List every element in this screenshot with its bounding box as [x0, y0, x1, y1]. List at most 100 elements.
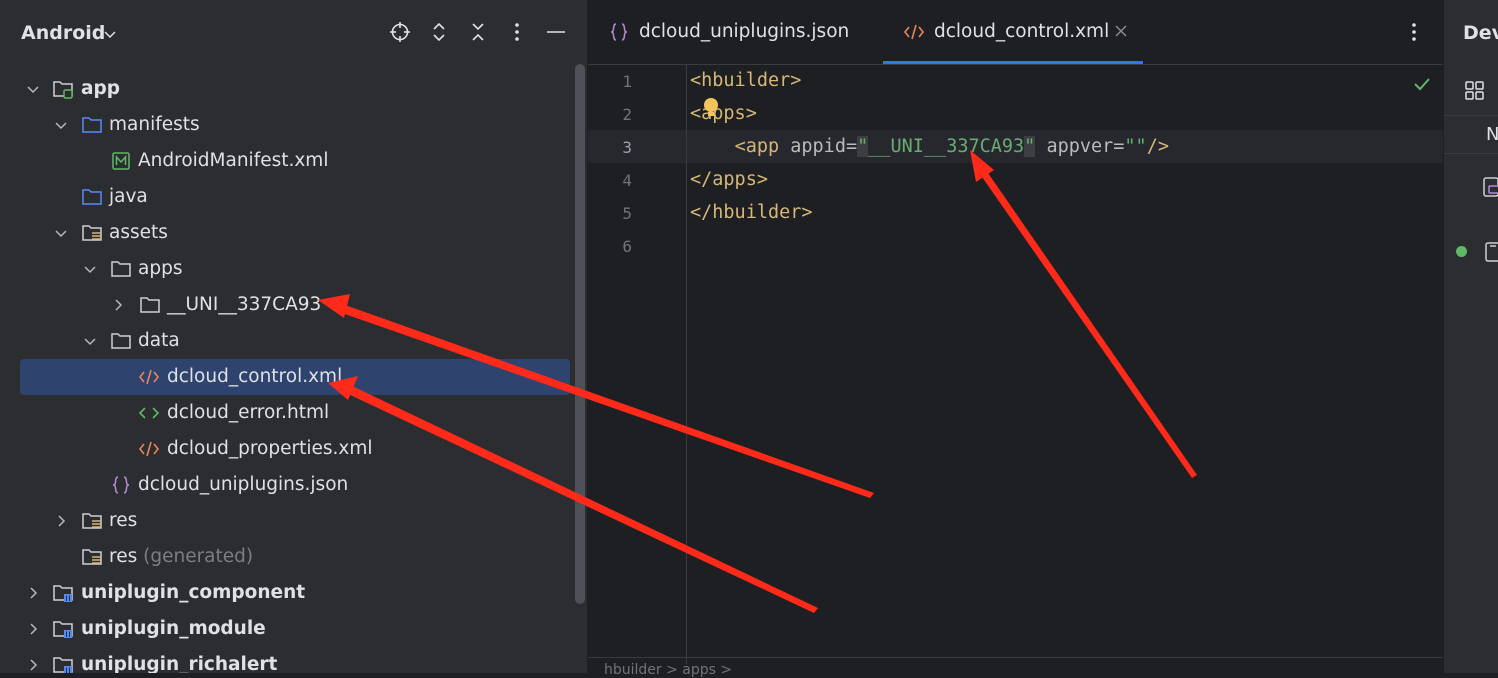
- tree-item-uniplugin-component[interactable]: uniplugin_component: [0, 575, 570, 611]
- tab-dcloud-control-xml[interactable]: dcloud_control.xml: [883, 0, 1143, 64]
- tree-item-java[interactable]: java: [0, 179, 570, 215]
- library-module-icon: [53, 621, 73, 638]
- device-online-indicator: [1456, 246, 1467, 257]
- close-icon[interactable]: [1113, 23, 1129, 39]
- more-options-icon[interactable]: [1403, 21, 1425, 43]
- tree-item-dcloud-control[interactable]: dcloud_control.xml: [20, 359, 570, 395]
- chevron-right-icon[interactable]: [25, 657, 41, 673]
- tree-item-app[interactable]: app: [0, 71, 570, 107]
- device-grid-icon[interactable]: [1464, 80, 1486, 102]
- chevron-right-icon[interactable]: [110, 297, 126, 313]
- chevron-right-icon[interactable]: [25, 621, 41, 637]
- resource-folder-icon: [82, 549, 102, 565]
- locate-target-icon[interactable]: [389, 21, 411, 43]
- more-options-icon[interactable]: [506, 21, 528, 43]
- code-line-5[interactable]: </hbuilder>: [690, 202, 813, 223]
- code-line-2[interactable]: <apps>: [690, 103, 757, 124]
- quote-mark: ": [857, 136, 869, 157]
- tree-item-manifests[interactable]: manifests: [0, 107, 570, 143]
- project-view-selector[interactable]: Android: [21, 22, 105, 44]
- library-module-icon: [53, 585, 73, 602]
- generated-suffix: (generated): [143, 546, 254, 567]
- hide-panel-icon[interactable]: [545, 21, 567, 43]
- chevron-down-icon[interactable]: [53, 225, 69, 241]
- chevron-down-icon[interactable]: [82, 261, 98, 277]
- folder-icon: [140, 297, 160, 313]
- breadcrumb-bar: hbuilder > apps >: [588, 657, 1443, 678]
- code-editor: dcloud_uniplugins.json dcloud_control.xm…: [588, 0, 1443, 678]
- xml-tag: />: [1146, 136, 1169, 157]
- line-number: 2: [622, 105, 632, 124]
- resource-folder-icon: [82, 225, 102, 241]
- project-header: Android: [0, 0, 587, 64]
- appid-value: __UNI__337CA93: [868, 136, 1025, 157]
- folder-icon: [111, 261, 131, 277]
- json-braces-icon: [112, 476, 130, 494]
- tree-item-label: manifests: [109, 114, 200, 135]
- tree-item-assets[interactable]: assets: [0, 215, 570, 251]
- tree-item-label: dcloud_properties.xml: [167, 438, 373, 459]
- folder-icon: [82, 117, 102, 133]
- chevron-down-icon[interactable]: [53, 117, 69, 133]
- resource-folder-icon: [82, 513, 102, 529]
- chevron-down-icon[interactable]: [82, 333, 98, 349]
- project-scrollbar[interactable]: [575, 64, 585, 604]
- code-line-3[interactable]: <app appid="__UNI__337CA93" appver=""/>: [690, 136, 1169, 157]
- html-file-icon: [138, 407, 160, 419]
- chevron-right-icon[interactable]: [53, 513, 69, 529]
- chevron-down-icon[interactable]: [102, 26, 118, 42]
- xml-tag: <app: [734, 136, 780, 157]
- project-tool-window: Android app manifests AndroidManifest.xm…: [0, 0, 588, 673]
- chevron-down-icon[interactable]: [25, 81, 41, 97]
- editor-tab-bar: dcloud_uniplugins.json dcloud_control.xm…: [588, 0, 1443, 65]
- tree-item-label: uniplugin_richalert: [81, 654, 278, 673]
- tree-item-dcloud-error[interactable]: dcloud_error.html: [0, 395, 570, 431]
- tree-item-res-generated[interactable]: res (generated): [0, 539, 570, 575]
- expand-all-icon[interactable]: [428, 21, 450, 43]
- tab-dcloud-uniplugins-json[interactable]: dcloud_uniplugins.json: [588, 0, 878, 64]
- line-number: 5: [622, 204, 632, 223]
- tree-item-uniplugin-module[interactable]: uniplugin_module: [0, 611, 570, 647]
- tree-item-label: assets: [109, 222, 168, 243]
- breadcrumb[interactable]: hbuilder > apps >: [604, 662, 732, 678]
- tree-item-label: java: [109, 186, 148, 207]
- library-module-icon: [53, 657, 73, 673]
- folder-icon: [82, 189, 102, 205]
- tree-item-uniplugin-richalert[interactable]: uniplugin_richalert: [0, 647, 570, 673]
- tree-item-label: res: [109, 510, 138, 531]
- appver-value: "": [1124, 136, 1147, 157]
- tab-label: dcloud_uniplugins.json: [639, 21, 850, 42]
- tree-item-res[interactable]: res: [0, 503, 570, 539]
- phone-device-icon: [1485, 242, 1498, 262]
- code-line-1[interactable]: <hbuilder>: [690, 70, 801, 91]
- chevron-right-icon[interactable]: [25, 585, 41, 601]
- lightbulb-icon[interactable]: [702, 97, 720, 119]
- collapse-all-icon[interactable]: [467, 21, 489, 43]
- column-header-name[interactable]: N: [1486, 124, 1498, 145]
- xml-code-icon: [138, 369, 160, 385]
- tree-item-label: apps: [138, 258, 183, 279]
- tree-item-label: dcloud_control.xml: [167, 366, 343, 387]
- tab-label: dcloud_control.xml: [934, 21, 1110, 42]
- tree-item-data[interactable]: data: [0, 323, 570, 359]
- tree-item-dcloud-properties[interactable]: dcloud_properties.xml: [0, 431, 570, 467]
- json-braces-icon: [610, 23, 628, 41]
- active-tab-indicator: [883, 61, 1143, 64]
- tree-item-apps[interactable]: apps: [0, 251, 570, 287]
- tree-item-label: dcloud_uniplugins.json: [138, 474, 349, 495]
- quote-mark: ": [1024, 136, 1036, 157]
- xml-tag: <apps>: [690, 103, 757, 124]
- tree-item-label: data: [138, 330, 180, 351]
- manifest-file-icon: [112, 152, 130, 170]
- virtual-device-icon: [1483, 177, 1498, 197]
- panel-title: Device Manager: [1463, 22, 1498, 44]
- line-number: 6: [622, 237, 632, 256]
- tree-item-androidmanifest[interactable]: AndroidManifest.xml: [0, 143, 570, 179]
- tree-item-uni-app-folder[interactable]: __UNI__337CA93: [0, 287, 570, 323]
- xml-code-icon: [903, 24, 925, 40]
- code-line-4[interactable]: </apps>: [690, 169, 768, 190]
- xml-attribute: appid=: [779, 136, 858, 157]
- tree-item-label: __UNI__337CA93: [167, 294, 322, 315]
- tree-item-label: uniplugin_component: [81, 582, 306, 603]
- tree-item-dcloud-uniplugins[interactable]: dcloud_uniplugins.json: [0, 467, 570, 503]
